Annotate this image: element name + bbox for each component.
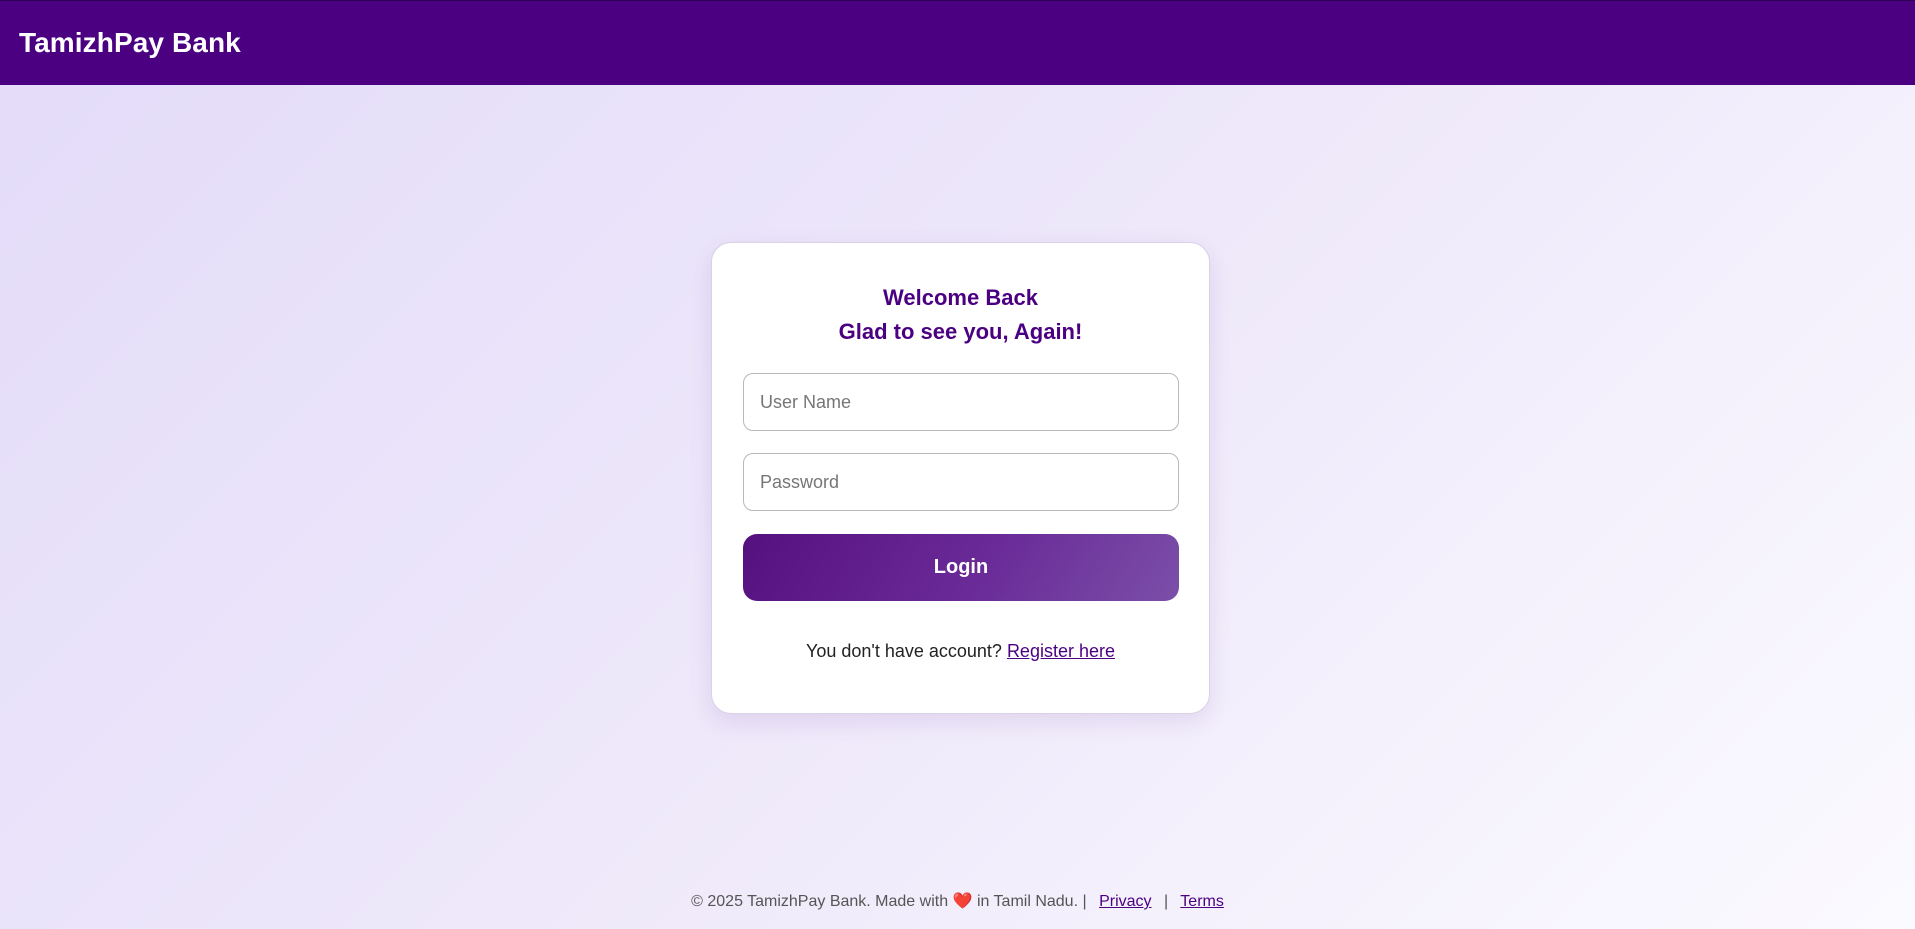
register-prompt: You don't have account? Register here — [712, 641, 1209, 662]
heart-icon: ❤️ — [952, 893, 973, 910]
footer-separator: | — [1163, 893, 1169, 910]
privacy-link[interactable]: Privacy — [1099, 893, 1151, 910]
login-card: Welcome Back Glad to see you, Again! Log… — [711, 242, 1210, 714]
password-input[interactable] — [743, 453, 1179, 511]
welcome-subtitle: Glad to see you, Again! — [838, 319, 1083, 344]
top-navbar: TamizhPay Bank — [0, 0, 1915, 85]
terms-link[interactable]: Terms — [1180, 893, 1224, 910]
welcome-title: Welcome Back — [883, 285, 1038, 310]
welcome-heading: Welcome Back Glad to see you, Again! — [712, 281, 1209, 349]
username-input[interactable] — [743, 373, 1179, 431]
brand-logo-text[interactable]: TamizhPay Bank — [19, 27, 241, 59]
login-button[interactable]: Login — [743, 534, 1179, 601]
register-prompt-text: You don't have account? — [805, 641, 1002, 661]
footer-copyright-suffix: in Tamil Nadu. | — [976, 893, 1087, 910]
register-link[interactable]: Register here — [1007, 641, 1115, 661]
footer-copyright-prefix: © 2025 TamizhPay Bank. Made with — [691, 893, 949, 910]
page-footer: © 2025 TamizhPay Bank. Made with ❤️ in T… — [0, 891, 1915, 911]
